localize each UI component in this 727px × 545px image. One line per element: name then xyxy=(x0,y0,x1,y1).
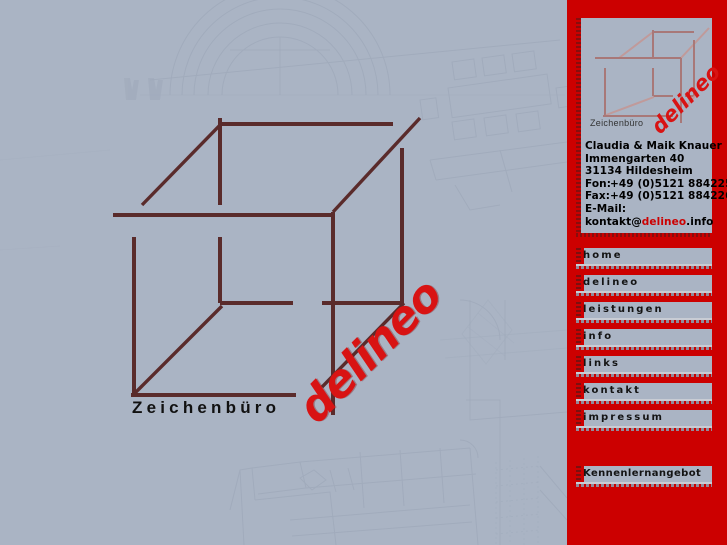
nav-rule xyxy=(576,320,712,323)
nav-label-kennenlernangebot: Kennenlernangebot xyxy=(583,468,702,479)
nav-item-impressum[interactable]: impressum xyxy=(576,410,712,432)
contact-phone-value: +49 (0)5121 884225 xyxy=(610,177,727,190)
sidebar: Zeichenbüro delineo Claudia & Maik Knaue… xyxy=(567,0,727,545)
contact-fax-label: Fax: xyxy=(585,190,611,203)
nav-rule xyxy=(576,401,712,404)
nav-rule xyxy=(576,347,712,350)
nav-item-info[interactable]: info xyxy=(576,329,712,351)
contact-details: Claudia & Maik Knauer Immengarten 40 311… xyxy=(585,140,727,229)
logo-caption-zeichenbuero: Zeichenbüro xyxy=(132,398,281,417)
nav-rule xyxy=(576,484,712,487)
contact-fax-value: +49 (0)5121 884226 xyxy=(610,190,727,203)
sidebar-mini-caption: Zeichenbüro xyxy=(590,118,644,128)
nav-label-impressum: impressum xyxy=(583,412,665,423)
contact-city: 31134 Hildesheim xyxy=(585,165,693,178)
nav-rule xyxy=(576,266,712,269)
nav-rule xyxy=(576,293,712,296)
contact-email-user: kontakt@ xyxy=(585,215,642,228)
contact-card: Zeichenbüro delineo Claudia & Maik Knaue… xyxy=(581,18,727,233)
nav-rule xyxy=(576,428,712,431)
nav-item-links[interactable]: links xyxy=(576,356,712,378)
contact-phone-label: Fon: xyxy=(585,177,612,190)
contact-email-brand: delineo xyxy=(641,215,687,228)
page-root: Zeichenbüro delineo Zeichenbüro delineo … xyxy=(0,0,727,545)
contact-email-tld: .info xyxy=(686,215,714,228)
nav-label-leistungen: leistungen xyxy=(583,304,664,315)
contact-email-label: E-Mail: xyxy=(585,202,627,215)
nav-item-home[interactable]: home xyxy=(576,248,712,270)
contact-name: Claudia & Maik Knauer xyxy=(585,140,722,152)
contact-email-link[interactable]: kontakt@delineo.info xyxy=(585,216,713,229)
contact-street: Immengarten 40 xyxy=(585,152,685,165)
nav-item-leistungen[interactable]: leistungen xyxy=(576,302,712,324)
nav-label-kontakt: kontakt xyxy=(583,385,642,396)
nav-rule xyxy=(576,374,712,377)
nav-label-home: home xyxy=(583,250,623,261)
contact-fax: Fax:+49 (0)5121 884226 xyxy=(585,190,727,203)
nav-item-delineo[interactable]: delineo xyxy=(576,275,712,297)
nav-label-delineo: delineo xyxy=(583,277,640,288)
sidebar-mini-brand: delineo xyxy=(647,60,726,139)
main-cube-logo xyxy=(0,0,567,545)
card-bottom-edge-decoration xyxy=(576,233,712,237)
nav-item-kennenlernangebot[interactable]: Kennenlernangebot xyxy=(576,466,712,488)
nav-label-links: links xyxy=(583,358,621,369)
contact-phone: Fon:+49 (0)5121 884225 xyxy=(585,177,727,191)
nav-label-info: info xyxy=(583,331,614,342)
nav-item-kontakt[interactable]: kontakt xyxy=(576,383,712,405)
